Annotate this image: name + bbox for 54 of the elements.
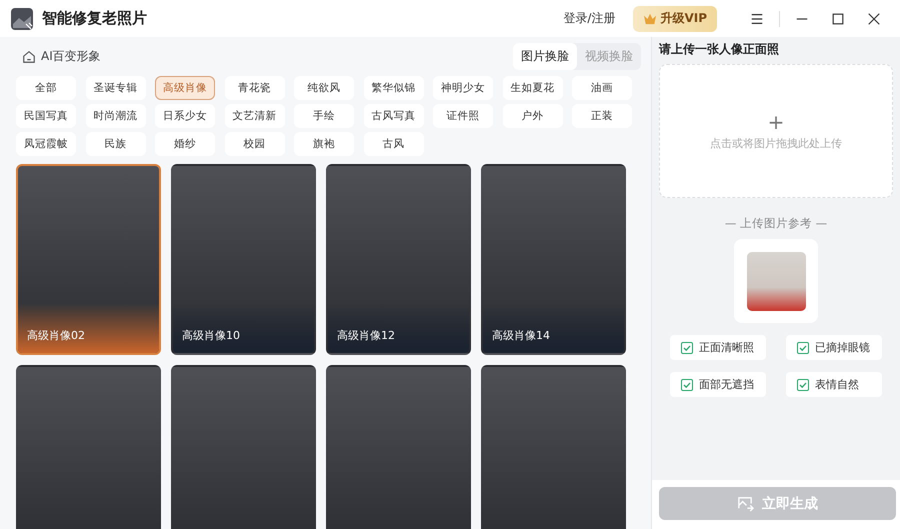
category-tag[interactable]: 青花瓷 (224, 76, 284, 100)
requirement-label: 正面清晰照 (699, 340, 754, 355)
app-title: 智能修复老照片 (42, 9, 147, 28)
template-card[interactable]: 高级肖像12 (326, 164, 471, 355)
upload-hint: 点击或将图片拖拽此处上传 (710, 136, 842, 150)
category-tag[interactable]: 民族 (86, 132, 146, 156)
template-label: 高级肖像02 (27, 328, 85, 343)
reference-title: — 上传图片参考 — (724, 216, 828, 231)
category-tag[interactable]: 婚纱 (155, 132, 215, 156)
category-tag[interactable]: 日系少女 (155, 104, 215, 128)
category-tag[interactable]: 纯欲风 (294, 76, 354, 100)
category-tag[interactable]: 证件照 (433, 104, 493, 128)
requirement-label: 面部无遮挡 (699, 377, 754, 392)
category-tag[interactable]: 文艺清新 (224, 104, 284, 128)
category-tag[interactable]: 正装 (572, 104, 632, 128)
template-card[interactable]: 高级肖像02 (16, 164, 161, 355)
template-card[interactable]: 高级肖像10 (171, 164, 316, 355)
requirement-label: 表情自然 (815, 377, 859, 392)
login-link[interactable]: 登录/注册 (563, 10, 616, 27)
upload-area[interactable]: + 点击或将图片拖拽此处上传 (659, 64, 893, 198)
section-title: AI百变形象 (41, 48, 101, 65)
photo-placeholder (746, 252, 806, 310)
category-tag[interactable]: 圣诞专辑 (86, 76, 146, 100)
maximize-icon[interactable] (831, 12, 845, 26)
category-tag[interactable]: 凤冠霞帔 (16, 132, 76, 156)
mode-tab[interactable]: 图片换脸 (513, 43, 577, 70)
template-label: 高级肖像12 (337, 328, 395, 343)
category-tag[interactable]: 油画 (572, 76, 632, 100)
home-icon (22, 50, 36, 64)
close-icon[interactable] (867, 12, 881, 26)
category-tag[interactable]: 神明少女 (433, 76, 493, 100)
image-arrow-icon (737, 495, 754, 512)
category-tag[interactable]: 手绘 (294, 104, 354, 128)
category-tag[interactable]: 时尚潮流 (86, 104, 146, 128)
template-label: 高级肖像10 (182, 328, 240, 343)
category-tag[interactable]: 古风 (364, 132, 424, 156)
category-tag[interactable]: 旗袍 (294, 132, 354, 156)
upload-title: 请上传一张人像正面照 (659, 41, 780, 58)
category-tag[interactable]: 校园 (224, 132, 284, 156)
plus-icon: + (768, 112, 784, 132)
requirement-label: 已摘掉眼镜 (815, 340, 870, 355)
category-tag[interactable]: 全部 (16, 76, 76, 100)
template-label: 高级肖像14 (492, 328, 550, 343)
category-tag[interactable]: 生如夏花 (502, 76, 562, 100)
crown-icon (643, 12, 658, 24)
category-tag[interactable]: 古风写真 (364, 104, 424, 128)
menu-icon[interactable] (750, 12, 764, 26)
category-tag[interactable]: 户外 (502, 104, 562, 128)
category-tag[interactable]: 民国写真 (16, 104, 76, 128)
app-logo-icon (10, 6, 34, 30)
category-tag[interactable]: 繁华似锦 (364, 76, 424, 100)
vip-button[interactable]: 升级VIP (633, 6, 717, 32)
template-card[interactable]: 高级肖像14 (481, 164, 626, 355)
category-tag[interactable]: 高级肖像 (155, 76, 215, 100)
